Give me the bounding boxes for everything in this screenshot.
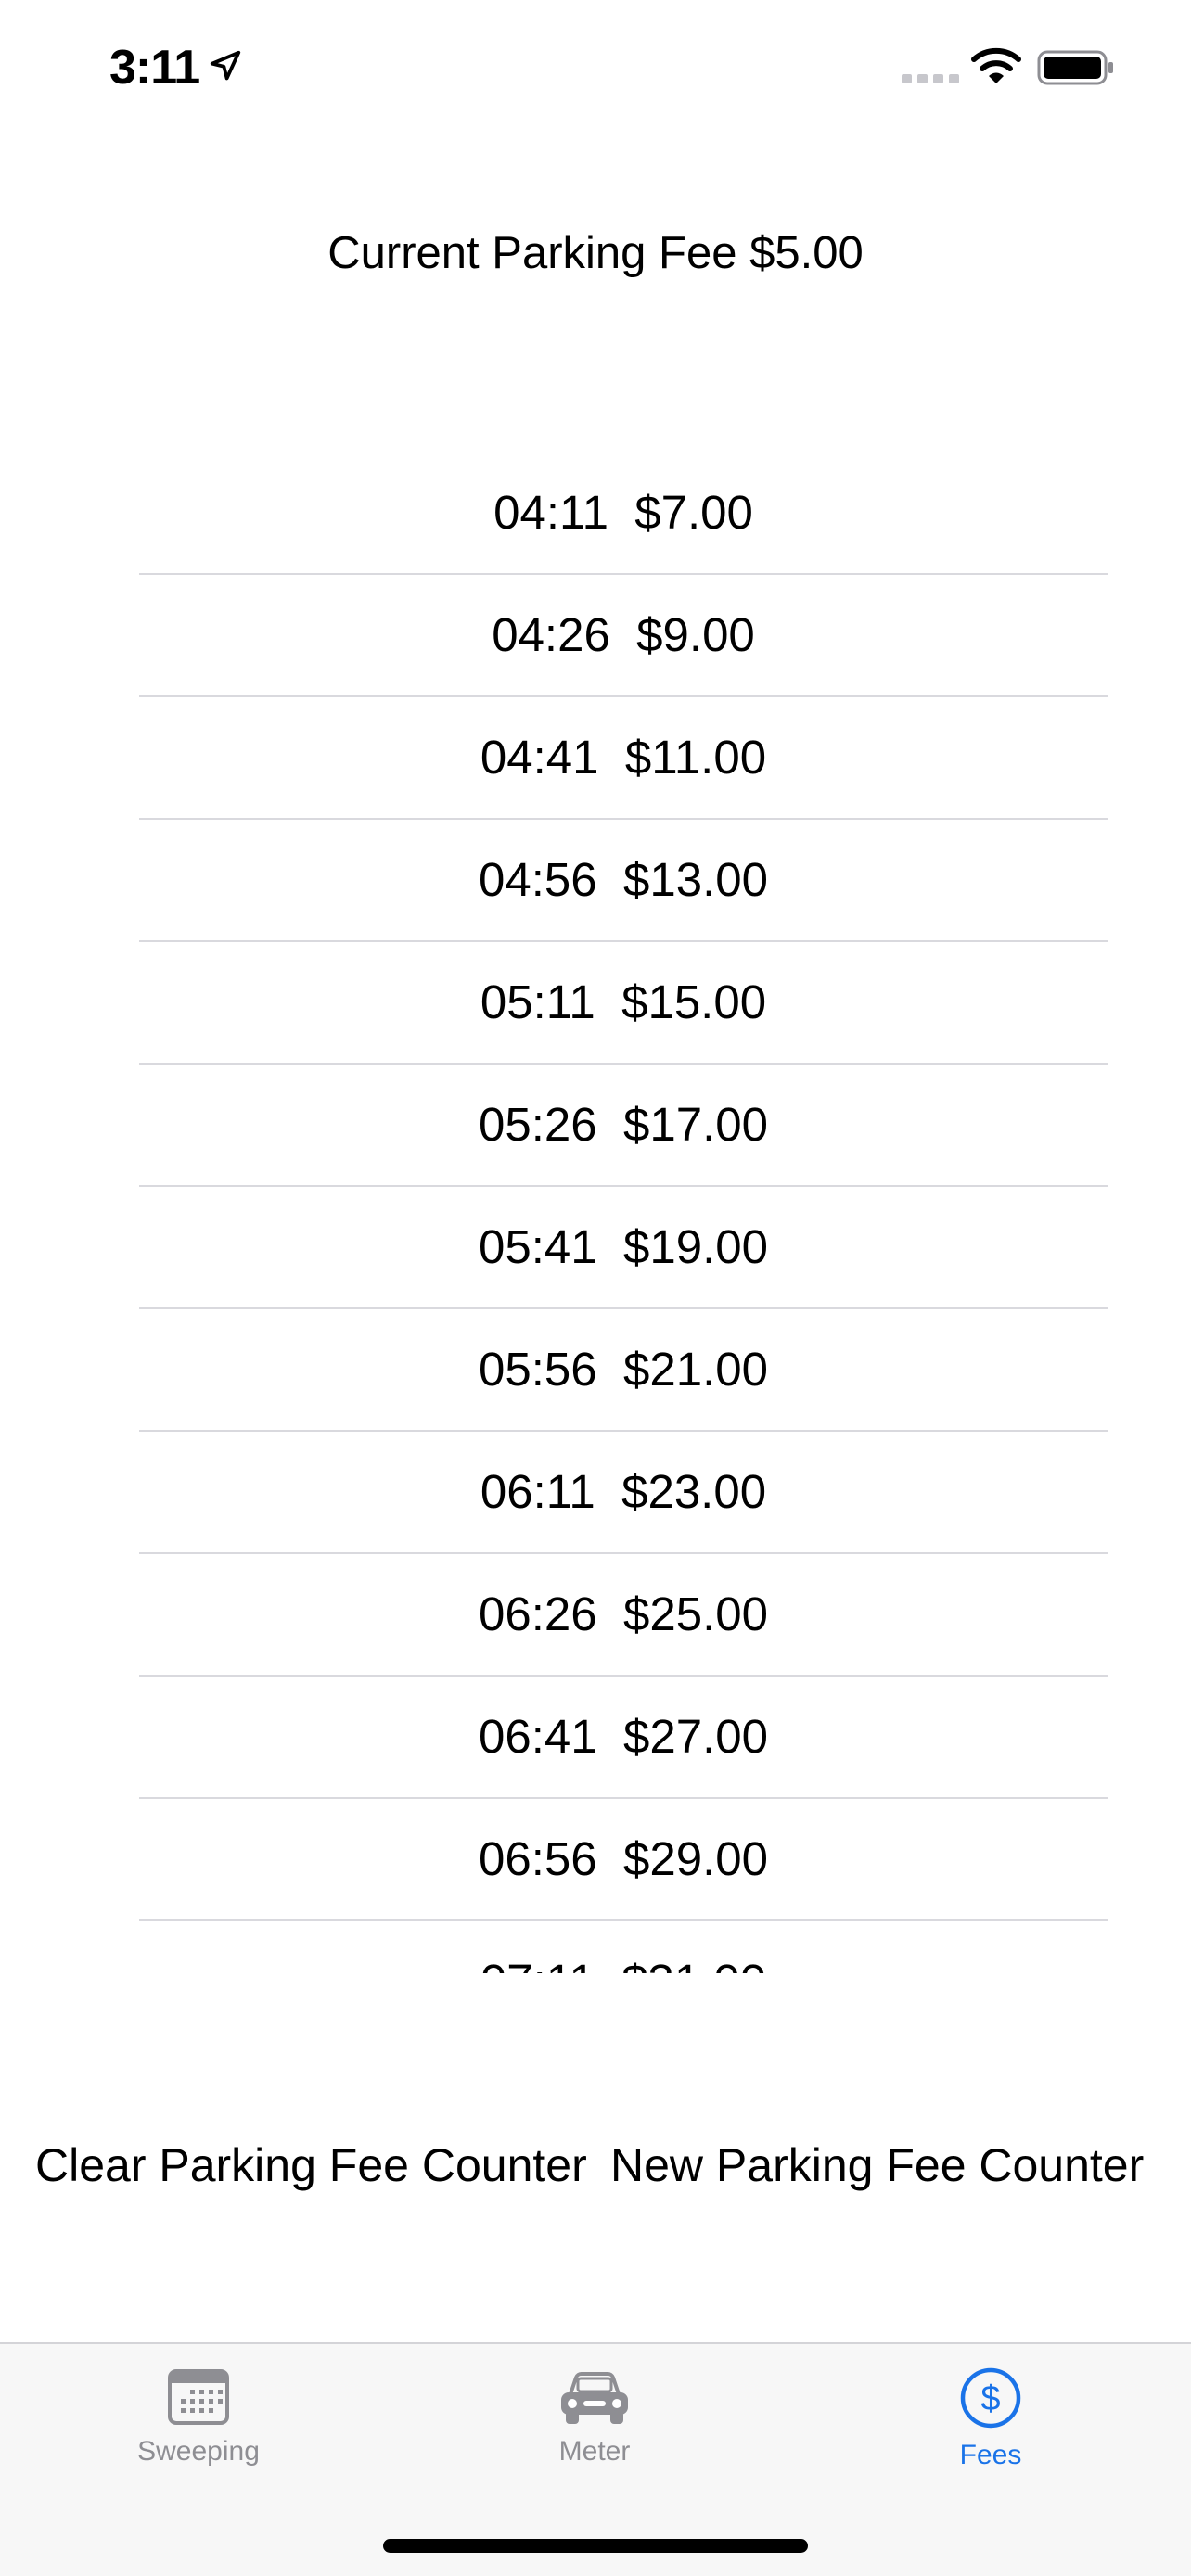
fee-row-time: 04:26 [492, 608, 610, 661]
fee-row-amount: $13.00 [622, 853, 768, 906]
fee-schedule-list[interactable]: 04:11 $7.00 04:26 $9.00 04:41 $11.00 04:56 … [139, 453, 1108, 1973]
home-indicator [383, 2539, 808, 2553]
tab-fees[interactable]: $ Fees [852, 2366, 1130, 2506]
fee-row-time: 04:56 [479, 853, 597, 906]
fee-row-time: 06:56 [479, 1832, 597, 1885]
wifi-icon [971, 47, 1021, 83]
clear-parking-fee-counter-button[interactable]: Clear Parking Fee Counter [35, 2131, 587, 2200]
fee-row-text: 04:41 $11.00 [139, 725, 1108, 790]
current-parking-fee: Current Parking Fee $5.00 [327, 228, 864, 278]
dollar-circle-icon: $ [960, 2367, 1021, 2429]
fee-row-text: 05:41 $19.00 [139, 1215, 1108, 1280]
fee-row[interactable]: 05:11 $15.00 [139, 942, 1108, 1065]
fee-row-amount: $31.00 [621, 1955, 766, 1973]
fee-row-amount: $9.00 [636, 608, 755, 661]
fee-row-text: 07:11 $31.00 [139, 1949, 1108, 1973]
fee-row[interactable]: 06:56 $29.00 [139, 1799, 1108, 1921]
fee-row-time: 06:26 [479, 1588, 597, 1640]
fee-row[interactable]: 07:11 $31.00 [139, 1921, 1108, 1973]
tab-sweeping-label: Sweeping [137, 2436, 260, 2467]
fee-row-text: 04:11 $7.00 [139, 480, 1108, 545]
battery-icon [1037, 50, 1113, 85]
fee-row-text: 05:26 $17.00 [139, 1092, 1108, 1157]
fee-row-amount: $19.00 [622, 1220, 768, 1273]
fee-row-text: 06:26 $25.00 [139, 1582, 1108, 1647]
fee-row-amount: $29.00 [622, 1832, 768, 1885]
fee-row-time: 06:41 [479, 1710, 597, 1763]
fee-row[interactable]: 04:56 $13.00 [139, 820, 1108, 942]
fee-row-amount: $25.00 [622, 1588, 768, 1640]
fee-row[interactable]: 04:41 $11.00 [139, 697, 1108, 820]
fee-row-amount: $23.00 [621, 1465, 767, 1518]
fee-row[interactable]: 05:41 $19.00 [139, 1187, 1108, 1309]
fee-row-amount: $11.00 [624, 731, 767, 784]
fee-row[interactable]: 04:26 $9.00 [139, 575, 1108, 697]
new-parking-fee-counter-button[interactable]: New Parking Fee Counter [610, 2131, 1144, 2200]
fee-row[interactable]: 06:11 $23.00 [139, 1432, 1108, 1554]
fee-row-text: 06:41 $27.00 [139, 1704, 1108, 1769]
fee-row-time: 07:11 [480, 1955, 596, 1973]
fee-row-time: 04:11 [493, 486, 608, 539]
fee-row-amount: $21.00 [622, 1343, 768, 1396]
svg-text:$: $ [980, 2379, 1000, 2418]
fee-row-text: 04:26 $9.00 [139, 603, 1108, 668]
calendar-icon [168, 2369, 229, 2425]
location-arrow-icon [210, 50, 241, 81]
fee-row-time: 05:11 [480, 976, 596, 1028]
fee-row[interactable]: 06:41 $27.00 [139, 1677, 1108, 1799]
tab-sweeping[interactable]: Sweeping [59, 2366, 338, 2506]
fee-row[interactable]: 04:11 $7.00 [139, 453, 1108, 575]
fee-row-time: 05:26 [479, 1098, 597, 1151]
car-icon [561, 2372, 628, 2424]
fee-row[interactable]: 05:56 $21.00 [139, 1309, 1108, 1432]
status-time: 3:11 [109, 41, 200, 95]
fee-row-text: 05:11 $15.00 [139, 970, 1108, 1035]
fee-row-time: 05:56 [479, 1343, 597, 1396]
fee-row-time: 06:11 [480, 1465, 596, 1518]
fee-row-time: 04:41 [480, 731, 599, 784]
fee-row[interactable]: 05:26 $17.00 [139, 1065, 1108, 1187]
fee-row-text: 06:56 $29.00 [139, 1827, 1108, 1892]
counter-buttons: Clear Parking Fee Counter New Parking Fe… [0, 2131, 1191, 2205]
fee-row-amount: $17.00 [622, 1098, 768, 1151]
fee-row[interactable]: 06:26 $25.00 [139, 1554, 1108, 1677]
tab-fees-label: Fees [959, 2440, 1022, 2470]
fee-row-amount: $15.00 [621, 976, 767, 1028]
fee-row-time: 05:41 [479, 1220, 597, 1273]
fee-row-amount: $7.00 [634, 486, 753, 539]
fee-row-text: 05:56 $21.00 [139, 1337, 1108, 1402]
fee-row-text: 06:11 $23.00 [139, 1460, 1108, 1524]
tab-meter-label: Meter [558, 2436, 631, 2467]
fee-row-text: 04:56 $13.00 [139, 848, 1108, 912]
status-bar: 3:11 [0, 0, 1191, 134]
signal-icon [902, 74, 959, 83]
fee-row-amount: $27.00 [622, 1710, 768, 1763]
tab-meter[interactable]: Meter [455, 2366, 734, 2506]
